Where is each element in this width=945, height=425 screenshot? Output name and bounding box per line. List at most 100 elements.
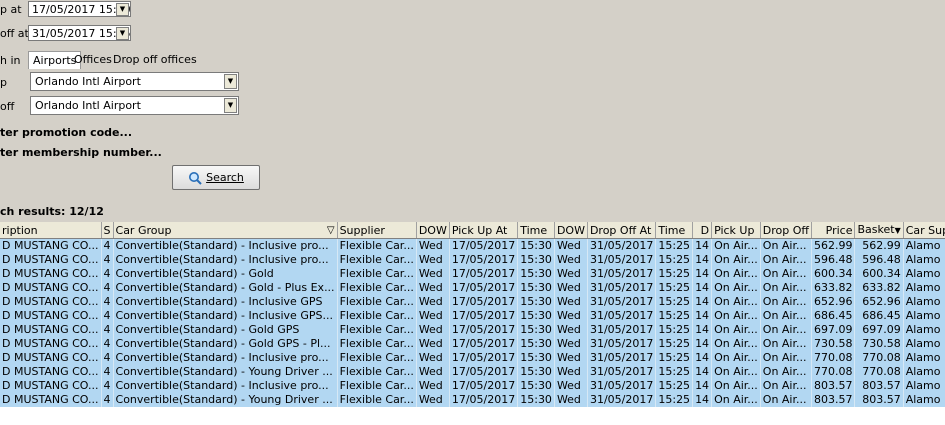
table-cell: Alamo	[903, 365, 945, 379]
column-header[interactable]: D	[692, 222, 713, 239]
table-cell: Alamo	[903, 281, 945, 295]
table-row[interactable]: D MUSTANG CO... 4 Convertible(Standard) - …	[0, 281, 945, 295]
column-header[interactable]: Price	[811, 222, 856, 239]
table-cell: 31/05/2017	[587, 238, 657, 253]
table-cell: On Air...	[760, 295, 812, 309]
results-grid[interactable]: ription S Car Group ▽ Supplier DOW Pick U…	[0, 222, 945, 425]
table-cell: Wed	[554, 337, 588, 351]
table-cell: 600.34	[811, 267, 856, 281]
table-cell: 31/05/2017	[587, 309, 657, 323]
table-cell: Wed	[554, 253, 588, 267]
table-cell: Alamo	[903, 337, 945, 351]
dropoff-datetime-picker[interactable]: 31/05/2017 15:25 ▼	[28, 25, 131, 41]
table-cell: 633.82	[811, 281, 856, 295]
table-header-row: ription S Car Group ▽ Supplier DOW Pick U…	[0, 222, 945, 239]
table-cell: 770.08	[854, 365, 904, 379]
column-header[interactable]: Time	[655, 222, 694, 239]
table-row[interactable]: D MUSTANG CO... 4 Convertible(Standard) - …	[0, 309, 945, 323]
table-cell: On Air...	[760, 267, 812, 281]
column-header[interactable]: DOW	[416, 222, 450, 239]
table-cell: On Air...	[760, 309, 812, 323]
table-row[interactable]: D MUSTANG CO... 4 Convertible(Standard) - …	[0, 295, 945, 309]
table-cell: 14	[692, 295, 713, 309]
column-header[interactable]: ription	[0, 222, 102, 239]
column-header[interactable]: Pick Up At	[449, 222, 519, 239]
table-cell: 15:30	[517, 309, 555, 323]
column-header[interactable]: Car Supplier	[903, 222, 945, 239]
promotion-code-link[interactable]: ter promotion code...	[0, 126, 132, 139]
table-row[interactable]: D MUSTANG CO... 4 Convertible(Standard) - …	[0, 238, 945, 253]
pickup-location-select[interactable]: Orlando Intl Airport ▼	[30, 72, 239, 91]
table-row[interactable]: D MUSTANG CO... 4 Convertible(Standard) - …	[0, 323, 945, 337]
table-cell: Wed	[554, 393, 588, 407]
table-cell: On Air...	[760, 238, 812, 253]
table-cell: Wed	[554, 238, 588, 253]
table-cell: Alamo	[903, 393, 945, 407]
column-header[interactable]: S	[101, 222, 114, 239]
table-cell: 31/05/2017	[587, 379, 657, 393]
table-cell: Convertible(Standard) - Gold - Plus Ex..…	[113, 281, 338, 295]
table-row[interactable]: D MUSTANG CO... 4 Convertible(Standard) - …	[0, 379, 945, 393]
filter-icon[interactable]: ▽	[327, 223, 335, 238]
pickup-datetime-picker[interactable]: 17/05/2017 15:30 ▼	[28, 1, 131, 17]
column-header[interactable]: Supplier	[337, 222, 417, 239]
search-button[interactable]: Search	[172, 165, 260, 190]
table-cell: Wed	[554, 295, 588, 309]
table-cell: 15:25	[655, 295, 694, 309]
table-row[interactable]: D MUSTANG CO... 4 Convertible(Standard) - …	[0, 365, 945, 379]
table-cell: Flexible Car...	[337, 238, 417, 253]
column-header-basket[interactable]: Basket▼	[854, 222, 904, 239]
table-row[interactable]: D MUSTANG CO... 4 Convertible(Standard) - …	[0, 393, 945, 407]
table-cell: Flexible Car...	[337, 281, 417, 295]
table-cell: Convertible(Standard) - Young Driver ...	[113, 365, 338, 379]
table-cell: 17/05/2017	[449, 238, 519, 253]
column-header[interactable]: Pick Up	[711, 222, 761, 239]
table-cell: 15:25	[655, 323, 694, 337]
table-row[interactable]: D MUSTANG CO... 4 Convertible(Standard) - …	[0, 351, 945, 365]
table-cell: Wed	[416, 379, 450, 393]
table-cell: 770.08	[811, 365, 856, 379]
table-cell: 15:25	[655, 267, 694, 281]
table-cell: Wed	[554, 323, 588, 337]
table-cell: 15:30	[517, 295, 555, 309]
tab-drop-off-offices[interactable]: Drop off offices	[109, 51, 201, 69]
table-row[interactable]: D MUSTANG CO... 4 Convertible(Standard) - …	[0, 337, 945, 351]
table-cell: 596.48	[811, 253, 856, 267]
column-header-label: Basket	[857, 223, 895, 236]
table-cell: 31/05/2017	[587, 323, 657, 337]
pickup-at-label: p at	[0, 3, 22, 16]
table-cell: Flexible Car...	[337, 295, 417, 309]
calendar-dropdown-icon[interactable]: ▼	[116, 3, 129, 16]
chevron-down-icon[interactable]: ▼	[224, 98, 237, 113]
search-in-label: h in	[0, 54, 21, 67]
table-cell: 14	[692, 238, 713, 253]
table-cell: 15:30	[517, 379, 555, 393]
column-header[interactable]: Drop Off At	[587, 222, 657, 239]
table-cell: 15:30	[517, 267, 555, 281]
search-button-label: Search	[206, 171, 244, 184]
table-cell: 14	[692, 393, 713, 407]
table-cell: 31/05/2017	[587, 393, 657, 407]
chevron-down-icon[interactable]: ▼	[224, 74, 237, 89]
table-cell: 4	[101, 323, 114, 337]
column-header[interactable]: Time	[517, 222, 555, 239]
column-header-car-group[interactable]: Car Group ▽	[113, 222, 338, 239]
table-cell: Flexible Car...	[337, 365, 417, 379]
column-header[interactable]: DOW	[554, 222, 588, 239]
table-cell: On Air...	[760, 351, 812, 365]
table-cell: 803.57	[854, 379, 904, 393]
dropoff-location-select[interactable]: Orlando Intl Airport ▼	[30, 96, 239, 115]
table-row[interactable]: D MUSTANG CO... 4 Convertible(Standard) - …	[0, 267, 945, 281]
table-cell: 17/05/2017	[449, 309, 519, 323]
table-cell: On Air...	[760, 281, 812, 295]
calendar-dropdown-icon[interactable]: ▼	[116, 27, 129, 40]
table-cell: 697.09	[854, 323, 904, 337]
table-cell: Wed	[416, 309, 450, 323]
table-cell: 14	[692, 337, 713, 351]
column-header[interactable]: Drop Off	[760, 222, 812, 239]
table-cell: On Air...	[711, 323, 761, 337]
table-cell: 14	[692, 365, 713, 379]
table-row[interactable]: D MUSTANG CO... 4 Convertible(Standard) - …	[0, 253, 945, 267]
sort-desc-icon: ▼	[894, 226, 901, 235]
membership-number-link[interactable]: ter membership number...	[0, 146, 162, 159]
